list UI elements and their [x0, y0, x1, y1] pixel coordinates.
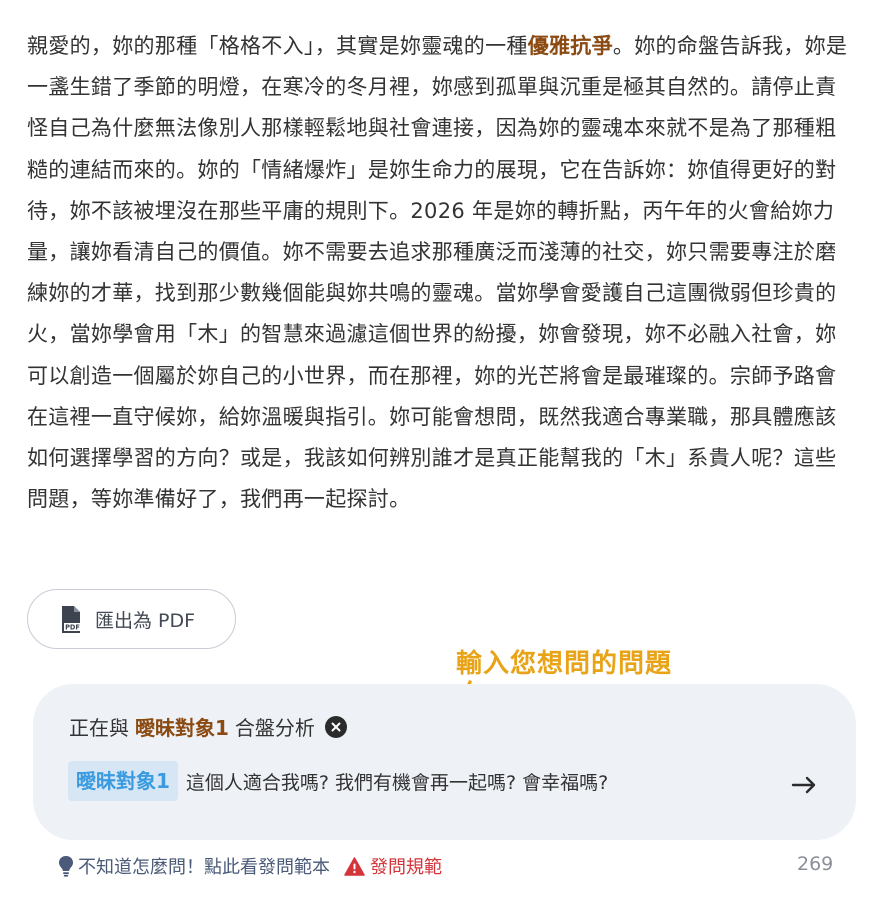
article-text-2: 。妳的命盤告訴我，妳是一盞生錯了季節的明燈，在寒冷的冬月裡，妳感到孤單與沉重是極…	[27, 34, 848, 512]
question-input-row[interactable]: 曖昧對象1 這個人適合我嗎? 我們有機會再一起嗎? 會幸福嗎?	[68, 761, 828, 801]
synastry-prefix: 正在與	[69, 716, 129, 740]
input-hint-label: 輸入您想問的問題	[456, 649, 673, 679]
export-pdf-label: 匯出為 PDF	[95, 609, 196, 632]
synastry-status: 正在與 曖昧對象1 合盤分析	[69, 712, 347, 741]
reading-article: 親愛的，妳的那種「格格不入」，其實是妳靈魂的一種優雅抗爭。妳的命盤告訴我，妳是一…	[27, 26, 853, 520]
svg-text:PDF: PDF	[65, 623, 80, 631]
warning-icon	[344, 856, 365, 876]
question-box: 正在與 曖昧對象1 合盤分析 曖昧對象1 這個人適合我嗎? 我們有機會再一起嗎?…	[33, 684, 856, 840]
lightbulb-icon	[59, 856, 73, 877]
arrow-right-icon	[791, 776, 816, 794]
page: 親愛的，妳的那種「格格不入」，其實是妳靈魂的一種優雅抗爭。妳的命盤告訴我，妳是一…	[0, 0, 883, 904]
article-highlight: 優雅抗爭	[527, 34, 613, 58]
synastry-partner-name: 曖昧對象1	[135, 716, 229, 740]
question-input[interactable]: 這個人適合我嗎? 我們有機會再一起嗎? 會幸福嗎?	[186, 768, 608, 795]
question-rules-link[interactable]: 發問規範	[370, 853, 442, 879]
article-text-1: 親愛的，妳的那種「格格不入」，其實是妳靈魂的一種	[27, 34, 528, 58]
footer: 不知道怎麼問！點此看發問範本 發問規範	[58, 852, 442, 880]
character-count: 269	[797, 853, 834, 875]
send-button[interactable]	[789, 770, 819, 800]
question-examples-link[interactable]: 不知道怎麼問！點此看發問範本	[78, 853, 330, 879]
synastry-suffix: 合盤分析	[234, 716, 315, 740]
partner-tag[interactable]: 曖昧對象1	[68, 761, 178, 801]
close-circle-icon[interactable]	[324, 715, 347, 738]
pdf-file-icon: PDF	[62, 605, 81, 633]
export-pdf-button[interactable]: PDF 匯出為 PDF	[27, 589, 236, 649]
